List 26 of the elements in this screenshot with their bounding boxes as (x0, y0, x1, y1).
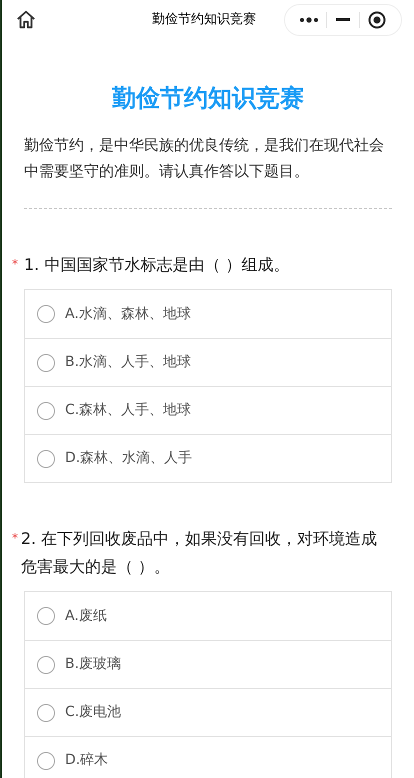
page-title: 勤俭节约知识竞赛 (111, 83, 305, 114)
window-title: 勤俭节约知识竞赛 (152, 11, 256, 29)
option-label: B.废玻璃 (65, 655, 122, 674)
radio-option[interactable]: A.水滴、森林、地球 (25, 290, 391, 338)
option-label: C.废电池 (65, 703, 122, 722)
intro-text: 勤俭节约，是中华民族的优良传统，是我们在现代社会中需要坚守的准则。请认真作答以下题目。 (24, 135, 385, 182)
option-label: C.森林、人手、地球 (65, 401, 192, 420)
question-text: 1. 中国国家节水标志是由（ ）组成。 (24, 254, 290, 276)
radio-option[interactable]: D.森林、水滴、人手 (25, 434, 391, 482)
option-label: A.废纸 (65, 606, 107, 626)
radio-option[interactable]: B.水滴、人手、地球 (25, 338, 391, 386)
home-icon (15, 9, 37, 31)
radio-option[interactable]: A.废纸 (25, 592, 391, 640)
minimize-icon (336, 18, 350, 22)
radio-option[interactable]: C.废电池 (25, 688, 391, 736)
radio-option[interactable]: D.碎木 (25, 736, 391, 778)
option-label: A.水滴、森林、地球 (65, 304, 191, 324)
radio-option[interactable]: C.森林、人手、地球 (25, 386, 391, 434)
question-text: 2. 在下列回收废品中，如果没有回收，对环境造成危害最大的是（ ）。 (20, 528, 378, 578)
option-label: B.水滴、人手、地球 (65, 353, 192, 372)
required-mark: * (12, 256, 19, 273)
option-label: D.碎木 (65, 751, 108, 770)
option-label: D.森林、水滴、人手 (65, 449, 192, 468)
more-icon (299, 17, 320, 23)
required-mark: * (12, 530, 19, 547)
radio-option[interactable]: B.废玻璃 (25, 640, 391, 688)
